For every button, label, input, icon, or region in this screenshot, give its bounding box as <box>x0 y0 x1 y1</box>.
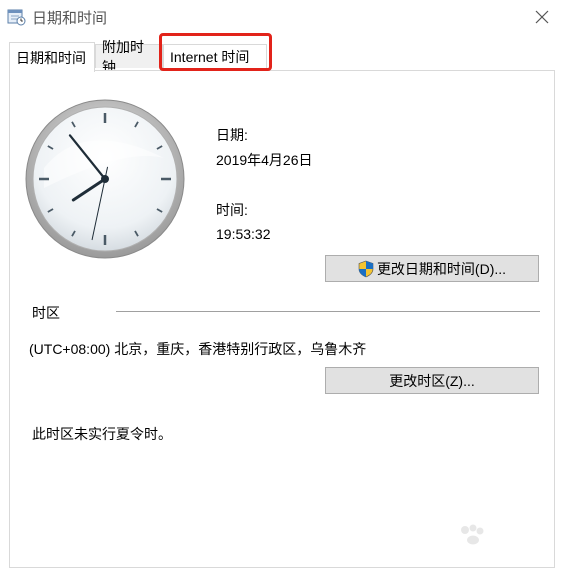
baidu-jingyan-watermark <box>461 524 484 545</box>
timezone-section-label: 时区 <box>32 305 60 321</box>
time-value: 19:53:32 <box>216 226 271 242</box>
timezone-divider <box>116 311 540 312</box>
close-button[interactable] <box>529 4 555 30</box>
title-bar: 日期和时间 <box>0 0 563 34</box>
tab-strip: 日期和时间 附加时钟 Internet 时间 <box>0 39 563 75</box>
time-label: 时间: <box>216 202 248 218</box>
change-timezone-button[interactable]: 更改时区(Z)... <box>325 367 539 394</box>
tab-additional-clocks[interactable]: 附加时钟 <box>95 39 163 75</box>
date-label: 日期: <box>216 127 248 143</box>
timezone-value: (UTC+08:00) 北京，重庆，香港特别行政区，乌鲁木齐 <box>29 341 367 357</box>
change-date-time-button[interactable]: 更改日期和时间(D)... <box>325 255 539 282</box>
change-timezone-label: 更改时区(Z)... <box>389 372 475 389</box>
date-value: 2019年4月26日 <box>216 152 313 168</box>
window-title: 日期和时间 <box>32 10 108 27</box>
change-date-time-label: 更改日期和时间(D)... <box>376 260 507 277</box>
uac-shield-icon <box>358 260 374 277</box>
tab-label: Internet 时间 <box>170 48 250 65</box>
dst-note: 此时区未实行夏令时。 <box>32 426 172 442</box>
analog-clock <box>25 99 185 259</box>
close-icon <box>535 10 549 24</box>
tab-date-time[interactable]: 日期和时间 <box>9 42 95 72</box>
clock-center <box>101 175 109 183</box>
calendar-clock-icon <box>7 9 26 26</box>
tab-internet-time[interactable]: Internet 时间 <box>163 44 267 68</box>
tab-label: 日期和时间 <box>16 49 86 66</box>
